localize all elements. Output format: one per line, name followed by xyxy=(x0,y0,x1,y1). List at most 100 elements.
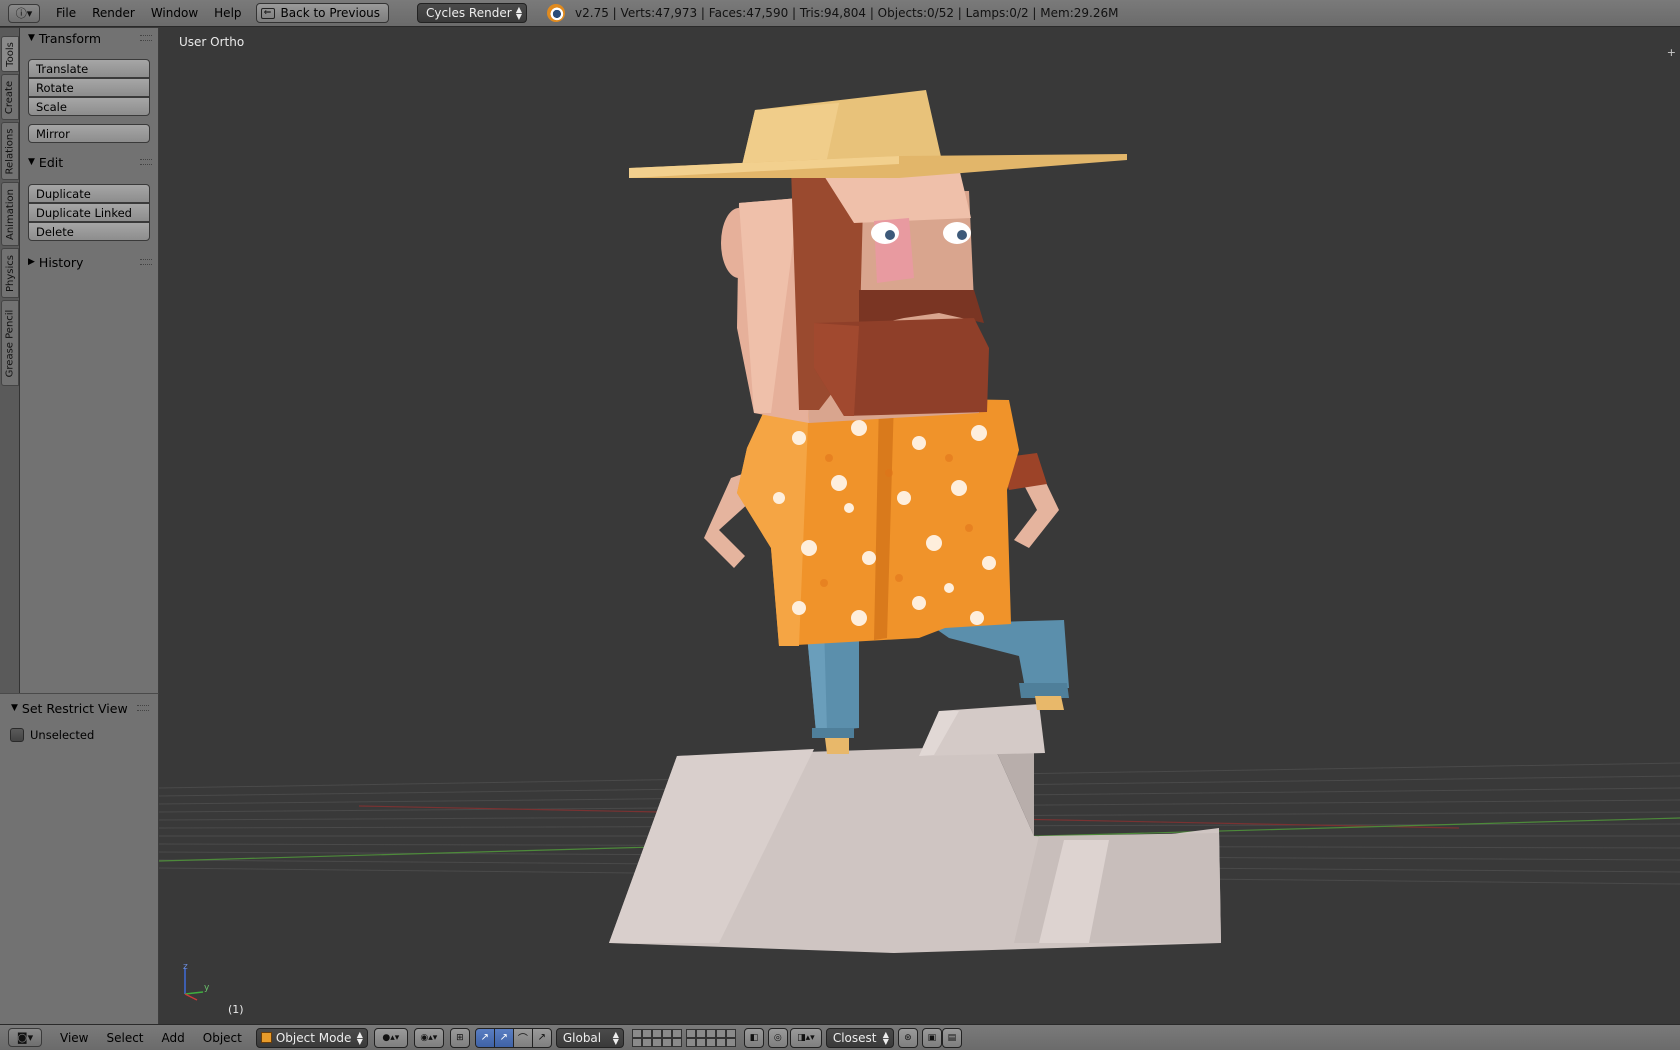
translate-arrow-icon: ↗ xyxy=(480,1032,490,1043)
duplicate-linked-button[interactable]: Duplicate Linked xyxy=(28,203,150,222)
tab-physics[interactable]: Physics xyxy=(1,248,19,298)
transform-orientation-select[interactable]: Global ▲ ▼ xyxy=(555,1027,624,1048)
unselected-label: Unselected xyxy=(30,728,95,742)
snap-target-value: Closest xyxy=(832,1030,877,1045)
tab-create[interactable]: Create xyxy=(1,74,19,120)
rotate-manipulator-toggle[interactable]: ↗ xyxy=(493,1027,514,1048)
operator-panel-header[interactable]: ▼ Set Restrict View xyxy=(11,699,149,717)
transform-panel-header[interactable]: ▼ Transform xyxy=(28,29,152,47)
scale-manipulator-toggle[interactable]: ⌒ xyxy=(512,1027,533,1048)
opengl-render-button[interactable]: ▣ xyxy=(921,1027,942,1048)
select-arrows-icon: ▲ ▼ xyxy=(612,1029,619,1046)
proportional-edit-toggle[interactable]: ◎ xyxy=(767,1027,788,1048)
axis-gizmo xyxy=(184,968,204,1001)
menu-file[interactable]: File xyxy=(56,6,76,20)
scale-button[interactable]: Scale xyxy=(28,97,150,116)
unselected-checkbox[interactable] xyxy=(10,728,24,742)
layers-group-1[interactable] xyxy=(631,1028,682,1047)
tool-shelf-tabs: Tools Create Relations Animation Physics… xyxy=(0,28,20,693)
manipulator-toggle[interactable]: ⊞ xyxy=(449,1027,470,1048)
select-arrows-icon: ▲ ▼ xyxy=(515,5,523,21)
edit-title: Edit xyxy=(38,154,64,170)
history-panel-header[interactable]: ▶ History xyxy=(28,253,152,271)
drag-grip-icon[interactable] xyxy=(140,35,152,41)
back-to-previous-button[interactable]: ⇐ Back to Previous xyxy=(255,3,390,23)
camera-icon: ▣ xyxy=(927,1032,937,1043)
character-shirt xyxy=(737,396,1019,646)
pivot-icon: ◉▴▾ xyxy=(420,1032,438,1043)
3d-view-header: ◙▾ View Select Add Object Object Mode ▲ ▼… xyxy=(0,1024,1680,1050)
edit-panel-header[interactable]: ▼ Edit xyxy=(28,153,152,171)
info-icon: ⓘ▾ xyxy=(15,7,33,20)
expand-plus-icon[interactable]: + xyxy=(1667,46,1676,59)
info-header: ⓘ▾ File Render Window Help ⇐ Back to Pre… xyxy=(0,0,1680,27)
select-arrows-icon: ▲ ▼ xyxy=(356,1029,363,1046)
extra-manipulator-toggle[interactable]: ↗ xyxy=(531,1027,552,1048)
snap-element-select[interactable]: ◨▴▾ xyxy=(789,1027,822,1048)
drag-grip-icon[interactable] xyxy=(140,159,152,165)
tab-relations-label: Relations xyxy=(4,128,16,174)
3d-view-icon: ◙▾ xyxy=(16,1031,34,1044)
drag-grip-icon[interactable] xyxy=(137,705,149,711)
menu-object[interactable]: Object xyxy=(203,1031,242,1045)
menu-add[interactable]: Add xyxy=(162,1031,185,1045)
frame-label: (1) xyxy=(228,1003,244,1016)
collapse-triangle-icon: ▼ xyxy=(28,157,35,167)
tab-grease-pencil-label: Grease Pencil xyxy=(4,309,16,377)
drag-grip-icon[interactable] xyxy=(140,259,152,265)
character-hat xyxy=(629,90,1127,178)
duplicate-button[interactable]: Duplicate xyxy=(28,184,150,203)
menu-help[interactable]: Help xyxy=(214,6,241,20)
lock-layers-toggle[interactable]: ◧ xyxy=(743,1027,764,1048)
proportional-icon: ◎ xyxy=(773,1032,782,1043)
snap-align-toggle[interactable]: ⊛ xyxy=(897,1027,918,1048)
operator-title: Set Restrict View xyxy=(21,700,128,716)
viewport-shading-select[interactable]: ●▴▾ xyxy=(373,1027,408,1048)
3d-viewport[interactable]: User Ortho (1) z y + xyxy=(159,28,1680,1024)
menu-view[interactable]: View xyxy=(60,1031,88,1045)
render-engine-select[interactable]: Cycles Render ▲ ▼ xyxy=(417,3,528,23)
editor-type-button[interactable]: ⓘ▾ xyxy=(8,3,40,23)
transform-manipulator-group: ↗ ↗ ⌒ ↗ xyxy=(474,1027,552,1048)
interaction-mode-value: Object Mode xyxy=(275,1030,352,1045)
layers-group-2[interactable] xyxy=(685,1028,736,1047)
manipulator-icon: ⊞ xyxy=(456,1032,464,1043)
history-title: History xyxy=(38,254,84,270)
delete-button[interactable]: Delete xyxy=(28,222,150,241)
rotate-button[interactable]: Rotate xyxy=(28,78,150,97)
menu-render[interactable]: Render xyxy=(92,6,135,20)
shading-sphere-icon: ●▴▾ xyxy=(382,1032,400,1043)
lock-icon: ◧ xyxy=(749,1032,759,1043)
collapse-triangle-icon: ▼ xyxy=(28,33,35,43)
menu-window[interactable]: Window xyxy=(151,6,198,20)
interaction-mode-select[interactable]: Object Mode ▲ ▼ xyxy=(255,1027,368,1048)
editor-type-button[interactable]: ◙▾ xyxy=(8,1028,42,1047)
tab-relations[interactable]: Relations xyxy=(1,122,19,180)
tab-animation[interactable]: Animation xyxy=(1,182,19,246)
axis-y-label: y xyxy=(204,983,210,993)
back-to-previous-label: Back to Previous xyxy=(280,6,381,20)
mirror-button[interactable]: Mirror xyxy=(28,124,150,143)
snap-target-select[interactable]: Closest ▲ ▼ xyxy=(825,1027,894,1048)
tab-tools-label: Tools xyxy=(4,41,16,67)
render-engine-value: Cycles Render xyxy=(426,6,512,20)
film-icon: ▤ xyxy=(947,1032,957,1043)
translate-manipulator-toggle[interactable]: ↗ xyxy=(474,1027,495,1048)
orientation-value: Global xyxy=(562,1030,602,1045)
menu-select[interactable]: Select xyxy=(106,1031,143,1045)
viewport-scene xyxy=(159,90,1680,1001)
character-head xyxy=(721,168,989,423)
opengl-render-animation-button[interactable]: ▤ xyxy=(941,1027,962,1048)
select-arrows-icon: ▲ ▼ xyxy=(882,1029,889,1046)
back-arrow-icon: ⇐ xyxy=(260,7,275,19)
tab-create-label: Create xyxy=(4,80,16,114)
rotate-arc-icon: ↗ xyxy=(499,1032,509,1043)
tab-tools[interactable]: Tools xyxy=(1,36,19,72)
translate-button[interactable]: Translate xyxy=(28,59,150,78)
expand-triangle-icon: ▶ xyxy=(28,257,35,267)
transform-title: Transform xyxy=(38,30,102,46)
pivot-point-select[interactable]: ◉▴▾ xyxy=(413,1027,444,1048)
tab-grease-pencil[interactable]: Grease Pencil xyxy=(1,300,19,386)
scene-stats: v2.75 | Verts:47,973 | Faces:47,590 | Tr… xyxy=(575,6,1119,20)
rock-object xyxy=(609,704,1221,953)
